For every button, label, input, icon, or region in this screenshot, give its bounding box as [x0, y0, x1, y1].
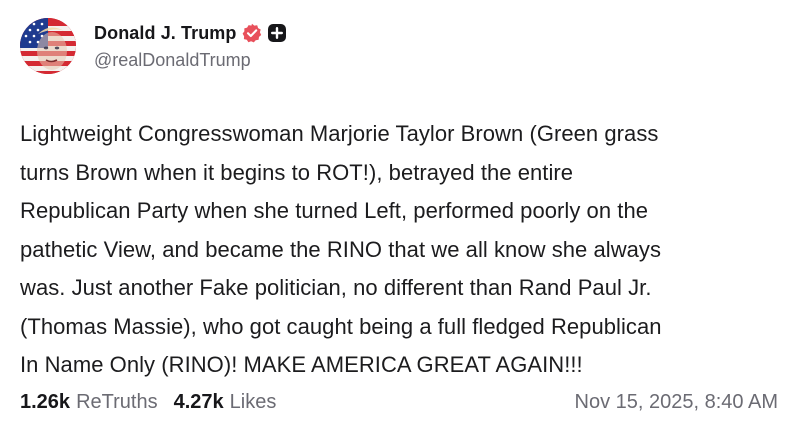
- likes-count: 4.27k: [173, 390, 224, 413]
- avatar-image: [20, 18, 76, 74]
- retruths-count: 1.26k: [20, 390, 71, 413]
- post-card: Donald J. Trump @realDonaldTrump Lightwe…: [0, 0, 800, 435]
- post-header: Donald J. Trump @realDonaldTrump: [20, 16, 287, 76]
- author-handle[interactable]: @realDonaldTrump: [94, 50, 287, 71]
- post-body-text: Lightweight Congresswoman Marjorie Taylo…: [20, 121, 662, 377]
- likes-label: Likes: [229, 390, 277, 413]
- author-display-name[interactable]: Donald J. Trump: [94, 23, 237, 44]
- author-identity: Donald J. Trump @realDonaldTrump: [94, 21, 287, 71]
- post-timestamp[interactable]: Nov 15, 2025, 8:40 AM: [575, 391, 778, 414]
- likes-stat[interactable]: 4.27k Likes: [174, 391, 277, 414]
- verified-badge-icon: [242, 23, 262, 43]
- retruths-label: ReTruths: [76, 390, 158, 413]
- avatar[interactable]: [20, 18, 76, 74]
- post-footer: 1.26k ReTruths 4.27k Likes Nov 15, 2025,…: [20, 387, 778, 417]
- retruths-stat[interactable]: 1.26k ReTruths: [20, 391, 158, 414]
- name-row: Donald J. Trump: [94, 21, 287, 45]
- plus-square-icon: [267, 23, 287, 43]
